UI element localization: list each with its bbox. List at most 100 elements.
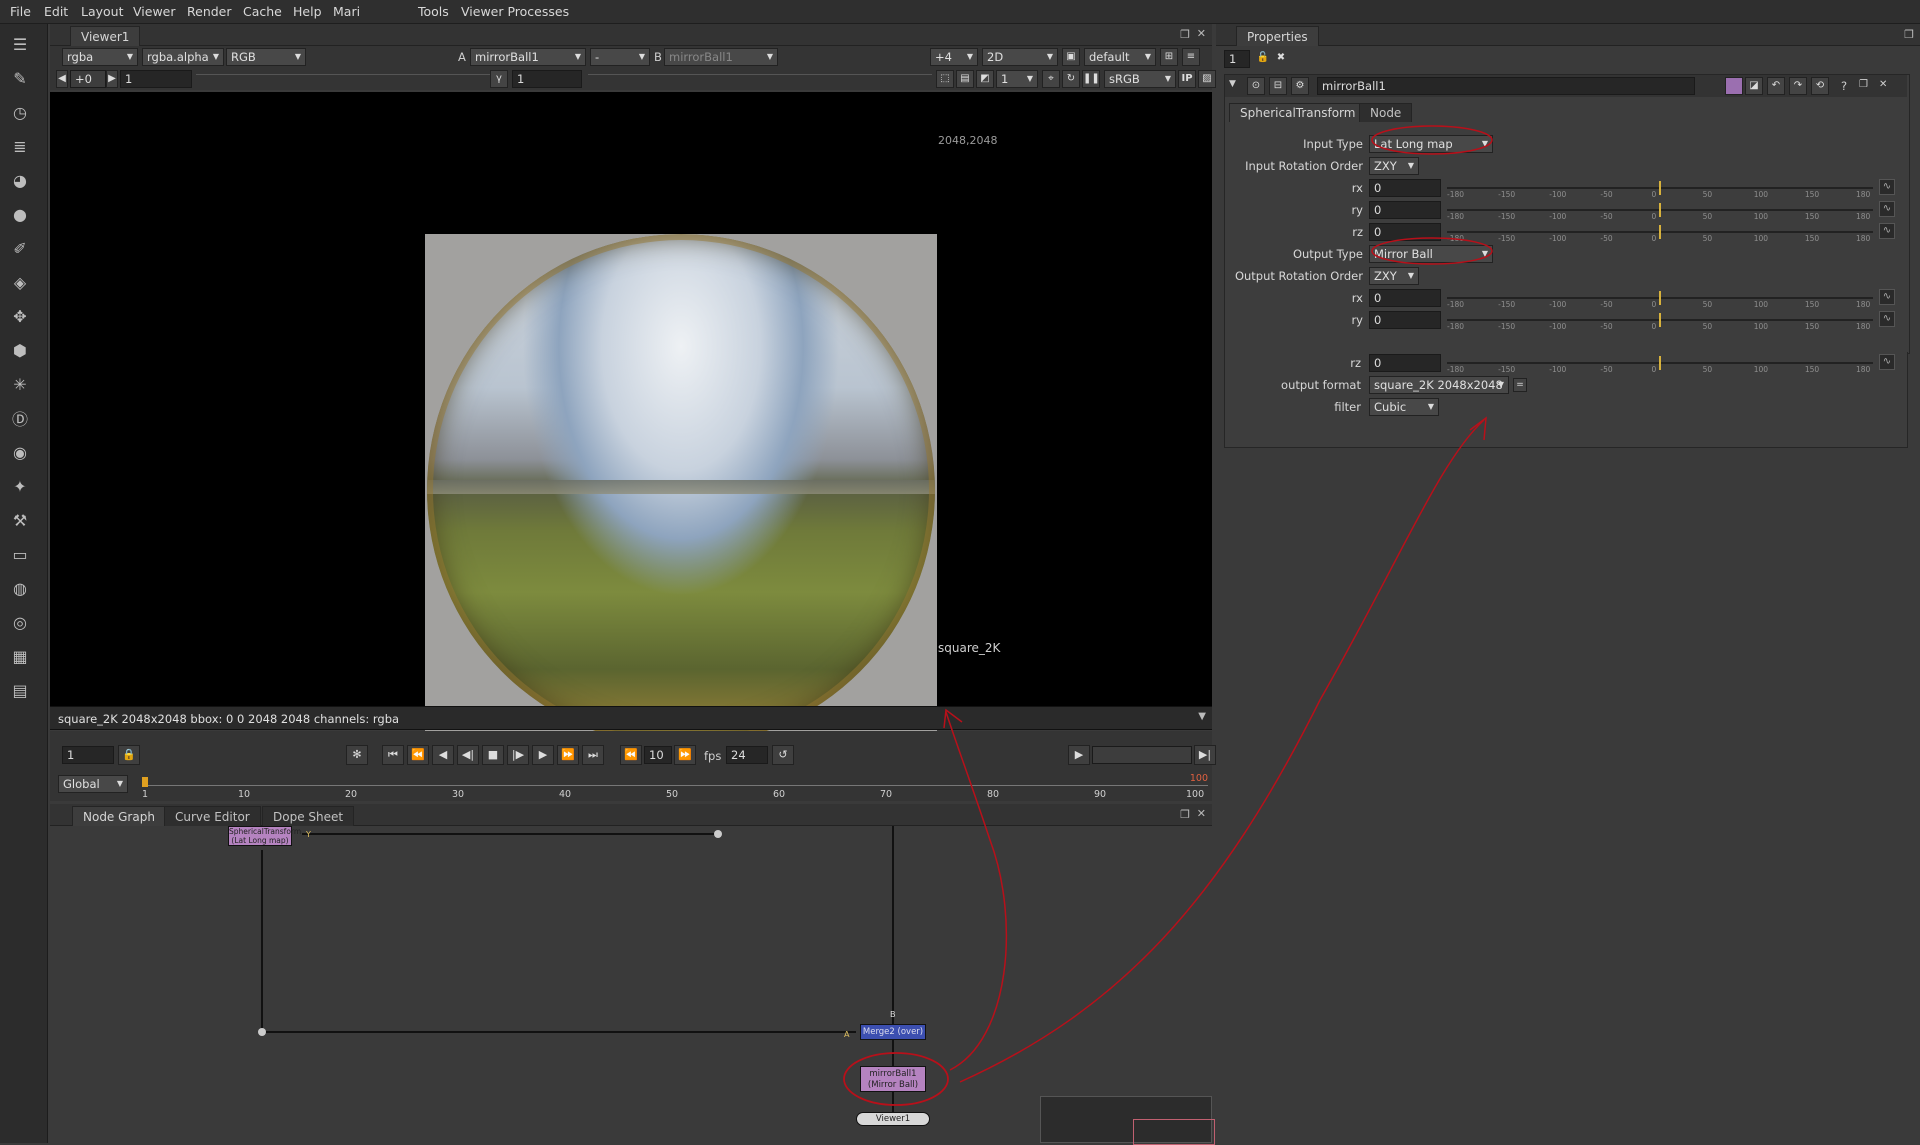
pause-icon[interactable]: ❚❚ [1082,70,1100,88]
toolsets-icon[interactable]: ⚒ [8,508,32,532]
lock-icon[interactable]: 🔓 [1254,50,1272,68]
color-icon[interactable]: ◕ [8,168,32,192]
flipbook-icon[interactable]: ▶ [1068,745,1090,765]
float-icon[interactable]: ❐ [1180,28,1190,41]
furnace-icon[interactable]: ◍ [8,576,32,600]
revert-icon[interactable]: ⟲ [1811,77,1829,95]
ocula-icon[interactable]: ◎ [8,610,32,634]
node-color2-icon[interactable]: ◪ [1745,77,1763,95]
gain-field[interactable]: +0 [70,70,106,88]
plugins-icon[interactable]: ▤ [8,678,32,702]
curve-icon[interactable]: ∿ [1879,223,1895,239]
clear-panels-icon[interactable]: ✖ [1272,50,1290,68]
tab-properties[interactable]: Properties [1236,26,1319,47]
in-ry-slider[interactable]: -180 -150 -100 -50 0 50 100 150 180 [1447,203,1873,221]
clip-icon[interactable]: ⬚ [936,70,954,88]
proxy-dropdown[interactable]: 1 ▼ [996,70,1038,88]
merge-node[interactable]: Merge2 (over) [860,1024,926,1040]
tab-node[interactable]: Node [1359,103,1413,122]
spherical-transform-node[interactable]: SphericalTransform (Lat Long map) [228,826,301,846]
menu-help[interactable]: Help [293,4,322,19]
curve-icon[interactable]: ∿ [1879,179,1895,195]
out-rx-field[interactable]: 0 [1369,289,1441,307]
display-dropdown[interactable]: RGB ▼ [226,48,306,66]
input-type-dropdown[interactable]: Lat Long map ▼ [1369,135,1493,153]
lock-icon[interactable]: 🔒 [118,745,140,765]
transform-icon[interactable]: ✥ [8,304,32,328]
prev-keyframe-icon[interactable]: ⏪ [407,745,429,765]
out-ry-field[interactable]: 0 [1369,311,1441,329]
input-b-dropdown[interactable]: mirrorBall1 ▼ [664,48,778,66]
curve-icon[interactable]: ∿ [1879,201,1895,217]
proxy-icon[interactable]: ◩ [976,70,994,88]
range-end-icon[interactable]: ▶| [1194,745,1216,765]
view-mode-dropdown[interactable]: 2D ▼ [982,48,1058,66]
filter-icon[interactable]: ● [8,202,32,226]
refresh-icon[interactable]: ↻ [1062,70,1080,88]
curve-icon[interactable]: ∿ [1879,311,1895,327]
colorspace-dropdown[interactable]: sRGB ▼ [1104,70,1176,88]
viewer-node[interactable]: Viewer1 [856,1112,930,1126]
undo-icon[interactable]: ↶ [1767,77,1785,95]
image-icon[interactable]: ☰ [8,32,32,56]
tab-viewer1[interactable]: Viewer1 [70,26,141,47]
last-frame-icon[interactable]: ⏭ [582,745,604,765]
float-icon[interactable]: ❐ [1859,79,1868,90]
menu-edit[interactable]: Edit [44,4,68,19]
curve-icon[interactable]: ∿ [1879,354,1895,370]
lut-dropdown[interactable]: default ▼ [1084,48,1156,66]
loop-icon[interactable]: ↺ [772,745,794,765]
increment-field[interactable]: 10 [644,746,672,764]
keyer-icon[interactable]: ✐ [8,236,32,260]
channels-dropdown[interactable]: rgba ▼ [62,48,138,66]
nukex-icon[interactable]: ▦ [8,644,32,668]
filter-dropdown[interactable]: Cubic ▼ [1369,398,1439,416]
timeline[interactable]: 100 1 10 20 30 40 50 60 70 80 90 100 [142,773,1208,800]
out-ry-slider[interactable]: -180 -150 -100 -50 0 50 100 150 180 [1447,313,1873,331]
tab-node-graph[interactable]: Node Graph [72,806,166,827]
tab-curve-editor[interactable]: Curve Editor [164,806,261,827]
viewer-viewport[interactable]: 2048,2048 square_2K [50,92,1212,746]
out-rz-slider[interactable]: -180 -150 -100 -50 0 50 100 150 180 [1447,356,1873,374]
step-back-icon[interactable]: ◀| [457,745,479,765]
menu-lines-icon[interactable]: ≡ [1182,48,1200,66]
input-a-dropdown[interactable]: mirrorBall1 ▼ [470,48,586,66]
menu-cache[interactable]: Cache [243,4,282,19]
in-rz-field[interactable]: 0 [1369,223,1441,241]
zoom-dropdown[interactable]: +4 ▼ [930,48,978,66]
merge-icon[interactable]: ◈ [8,270,32,294]
output-type-dropdown[interactable]: Mirror Ball ▼ [1369,245,1493,263]
max-panels-field[interactable]: 1 [1224,50,1250,68]
deep-icon[interactable]: Ⓓ [8,406,32,430]
ip-button[interactable]: IP [1178,70,1196,88]
output-rotation-order-dropdown[interactable]: ZXY ▼ [1369,267,1419,285]
skip-forward-icon[interactable]: ⏩ [674,745,696,765]
node-color-icon[interactable] [1725,77,1743,95]
in-ry-field[interactable]: 0 [1369,201,1441,219]
output-format-dropdown[interactable]: square_2K 2048x2048 ▼ [1369,376,1509,394]
input-rotation-order-dropdown[interactable]: ZXY ▼ [1369,157,1419,175]
menu-mari[interactable]: Mari [333,4,360,19]
menu-file[interactable]: File [10,4,31,19]
out-rz-field[interactable]: 0 [1369,354,1441,372]
format-edit-icon[interactable]: = [1513,378,1527,392]
gamma-field[interactable]: 1 [512,70,582,88]
gamma-slider[interactable] [588,74,932,84]
menu-render[interactable]: Render [187,4,232,19]
overscan-icon[interactable]: ▤ [956,70,974,88]
gain-left-icon[interactable]: ◀ [56,70,68,88]
in-rz-slider[interactable]: -180 -150 -100 -50 0 50 100 150 180 [1447,225,1873,243]
tab-dope-sheet[interactable]: Dope Sheet [262,806,355,827]
first-frame-icon[interactable]: ⏮ [382,745,404,765]
wipe-icon[interactable]: ▨ [1198,70,1216,88]
range-mode-dropdown[interactable]: Global ▼ [58,775,128,793]
graph-navigator[interactable] [1040,1096,1215,1145]
redo-icon[interactable]: ↷ [1789,77,1807,95]
float-icon[interactable]: ❐ [1904,28,1914,41]
menu-tools[interactable]: Tools [418,4,449,19]
views-icon[interactable]: ◉ [8,440,32,464]
node-graph-canvas[interactable]: SphericalTransform (Lat Long map) Y B A … [50,826,1215,1145]
current-frame-field[interactable]: 1 [62,746,114,764]
alpha-channel-dropdown[interactable]: rgba.alpha ▼ [142,48,224,66]
time-icon[interactable]: ◷ [8,100,32,124]
